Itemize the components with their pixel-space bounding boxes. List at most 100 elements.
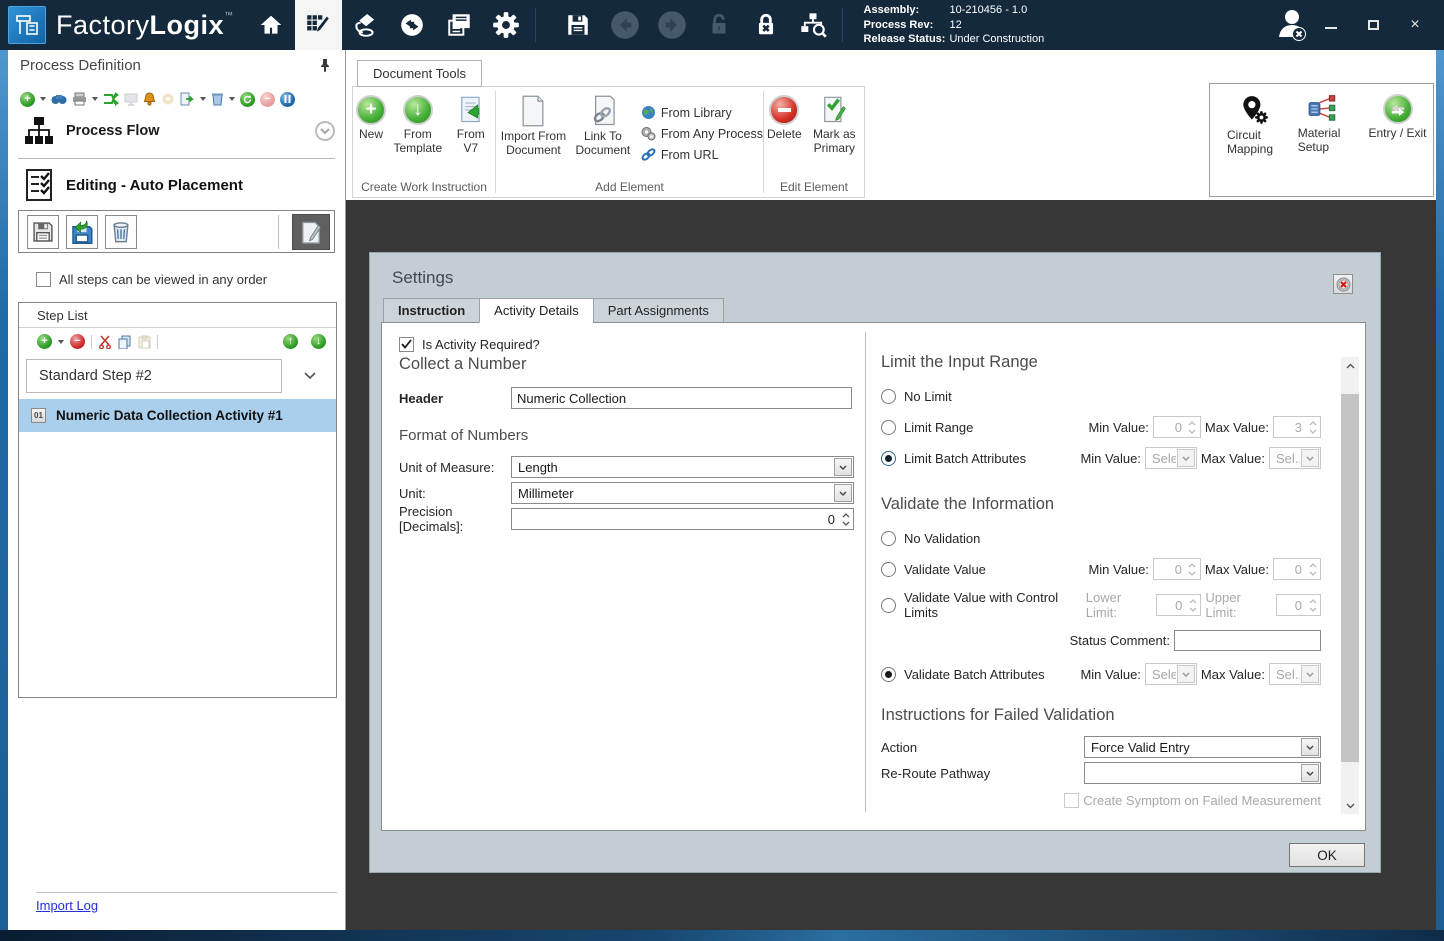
process-flow-header[interactable]: Process Flow [24,116,335,146]
refresh-icon[interactable] [240,92,255,107]
view-order-checkbox[interactable] [36,272,51,287]
move-down-icon[interactable]: ↓ [311,334,326,349]
add-step-dropdown-icon[interactable] [58,340,64,344]
unit-of-measure-select[interactable]: Length [511,456,854,478]
dialog-close-button[interactable] [1333,274,1353,294]
process-definition-button[interactable] [295,0,342,50]
validate-value-option[interactable]: Validate Value Min Value: 0 Max Value: 0 [881,558,1321,580]
spinner-arrows-icon[interactable] [840,513,853,526]
activity-list-item[interactable]: 01 Numeric Data Collection Activity #1 [19,399,336,432]
pin-icon[interactable] [319,58,331,72]
from-v7-button[interactable]: From V7 [450,95,492,156]
view-order-option[interactable]: All steps can be viewed in any order [36,272,267,287]
scrollbar-track[interactable] [1341,374,1359,797]
limit-range-option[interactable]: Limit Range Min Value: 0 Max Value: 3 [881,416,1321,438]
limit-batch-attributes-radio[interactable] [881,451,896,466]
print-dropdown-icon[interactable] [92,97,98,101]
redo-button[interactable] [649,0,696,50]
collapse-button[interactable] [315,121,335,141]
entry-exit-button[interactable]: Entry / Exit [1365,94,1430,141]
validate-batch-min-select[interactable]: Sele... [1145,663,1197,685]
import-log-link[interactable]: Import Log [36,898,98,913]
pause-icon[interactable] [280,92,295,107]
chevron-down-icon[interactable] [834,458,852,476]
add-step-icon[interactable]: + [37,334,52,349]
step-selector[interactable]: Standard Step #2 [26,359,282,393]
validate-control-limits-radio[interactable] [881,598,896,613]
chevron-down-icon[interactable] [834,484,852,502]
documents-button[interactable] [436,0,483,50]
settings-button[interactable] [483,0,530,50]
import-from-document-button[interactable]: Import From Document [499,95,568,158]
lock-button[interactable] [743,0,790,50]
limit-batch-min-select[interactable]: Sele... [1145,447,1197,469]
reroute-pathway-select[interactable] [1084,762,1321,784]
chevron-down-icon[interactable] [1301,738,1319,756]
limit-range-max-spinner[interactable]: 3 [1273,416,1321,438]
link-to-document-button[interactable]: Link To Document [574,95,632,158]
limit-range-min-spinner[interactable]: 0 [1153,416,1201,438]
export-step-icon[interactable] [180,92,195,106]
save-step-button[interactable] [27,215,59,249]
discard-button[interactable] [105,215,137,249]
paste-icon[interactable] [138,335,151,349]
sync-button[interactable] [389,0,436,50]
find-icon[interactable] [51,92,67,106]
from-template-button[interactable]: ↓ From Template [392,95,444,156]
export-dropdown-icon[interactable] [200,97,206,101]
validate-max-spinner[interactable]: 0 [1273,558,1321,580]
tab-instruction[interactable]: Instruction [383,298,479,323]
no-limit-option[interactable]: No Limit [881,385,1321,407]
print-icon[interactable] [72,92,87,106]
remove-step-icon[interactable]: − [70,334,85,349]
add-icon[interactable]: + [20,92,35,107]
maximize-button[interactable] [1366,18,1380,32]
upper-limit-spinner[interactable]: 0 [1276,594,1321,616]
chevron-down-icon[interactable] [304,372,316,380]
from-url-item[interactable]: From URL [641,147,763,162]
no-validation-option[interactable]: No Validation [881,527,1321,549]
document-tools-tab[interactable]: Document Tools [357,60,482,87]
validate-min-spinner[interactable]: 0 [1153,558,1201,580]
from-library-item[interactable]: From Library [641,105,763,120]
disable-icon[interactable]: − [260,92,275,107]
new-button[interactable]: + New [356,95,386,142]
production-button[interactable] [342,0,389,50]
status-comment-input[interactable] [1174,630,1321,651]
home-button[interactable] [248,0,295,50]
scroll-up-icon[interactable] [1341,357,1359,374]
lower-limit-spinner[interactable]: 0 [1156,594,1201,616]
limit-batch-attributes-option[interactable]: Limit Batch Attributes Min Value: Sele..… [881,447,1321,469]
undo-button[interactable] [602,0,649,50]
gear-small-icon[interactable] [161,92,175,106]
create-symptom-checkbox[interactable] [1064,793,1079,808]
tab-part-assignments[interactable]: Part Assignments [593,298,724,323]
tab-activity-details[interactable]: Activity Details [479,298,593,323]
add-dropdown-icon[interactable] [40,97,46,101]
mark-as-primary-button[interactable]: Mark as Primary [808,95,861,156]
precision-spinner[interactable]: 0 [511,508,854,530]
action-select[interactable]: Force Valid Entry [1084,736,1321,758]
limit-range-radio[interactable] [881,420,896,435]
validate-value-radio[interactable] [881,562,896,577]
bell-icon[interactable] [143,92,156,106]
user-logout-button[interactable] [1270,7,1310,43]
process-swap-icon[interactable] [103,92,119,106]
material-setup-button[interactable]: Material Setup [1298,94,1349,155]
is-activity-required-option[interactable]: Is Activity Required? [399,333,857,355]
save-button[interactable] [555,0,602,50]
minimize-button[interactable] [1324,18,1338,32]
from-any-process-item[interactable]: From Any Process [641,126,763,141]
no-limit-radio[interactable] [881,389,896,404]
trash-icon[interactable] [211,92,224,106]
move-up-icon[interactable]: ↑ [283,334,298,349]
unit-select[interactable]: Millimeter [511,482,854,504]
validate-control-limits-option[interactable]: Validate Value with Control Limits Lower… [881,594,1321,616]
header-input[interactable] [511,387,852,409]
delete-button[interactable]: Delete [767,95,802,142]
chevron-down-icon[interactable] [1301,764,1319,782]
circuit-mapping-button[interactable]: Circuit Mapping [1227,94,1282,157]
is-activity-required-checkbox[interactable] [399,337,414,352]
presentation-icon[interactable] [124,92,138,106]
trash-dropdown-icon[interactable] [229,97,235,101]
